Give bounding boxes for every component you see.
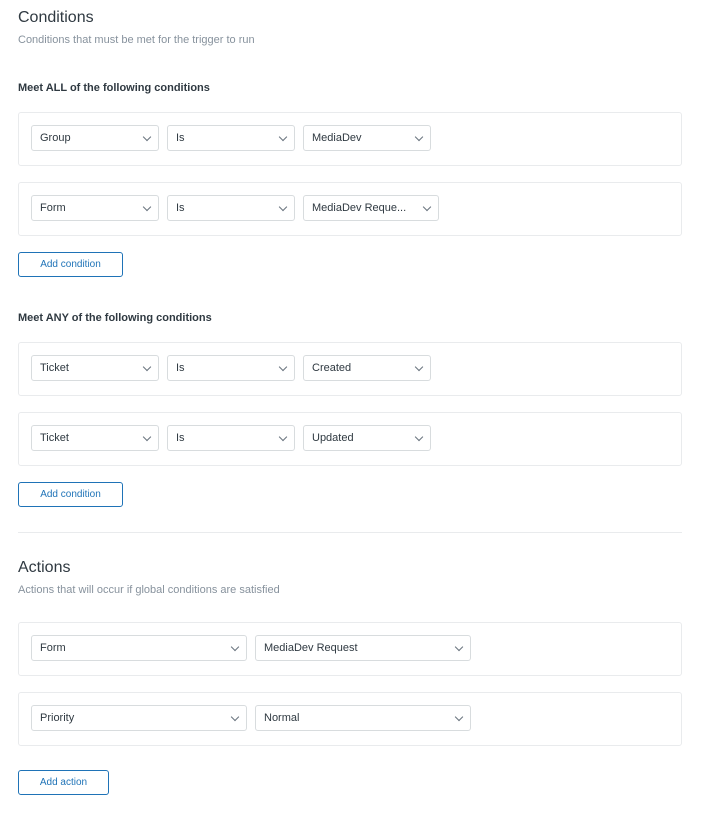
conditions-description: Conditions that must be met for the trig… — [18, 34, 255, 46]
select-value: Is — [176, 132, 185, 144]
select-value: MediaDev Request — [264, 642, 358, 654]
condition-value-select[interactable]: MediaDev — [303, 125, 431, 151]
chevron-down-icon — [278, 432, 288, 442]
chevron-down-icon — [142, 432, 152, 442]
condition-operator-select[interactable]: Is — [167, 125, 295, 151]
condition-operator-select[interactable]: Is — [167, 195, 295, 221]
chevron-down-icon — [230, 712, 240, 722]
any-conditions-label: Meet ANY of the following conditions — [18, 312, 212, 324]
condition-field-select[interactable]: Form — [31, 195, 159, 221]
actions-description: Actions that will occur if global condit… — [18, 584, 280, 596]
select-value: Ticket — [40, 362, 69, 374]
chevron-down-icon — [414, 432, 424, 442]
select-value: Is — [176, 432, 185, 444]
condition-value-select[interactable]: Updated — [303, 425, 431, 451]
condition-value-select[interactable]: MediaDev Reque... — [303, 195, 439, 221]
condition-field-select[interactable]: Group — [31, 125, 159, 151]
select-value: Group — [40, 132, 71, 144]
condition-row: Group Is MediaDev — [18, 112, 682, 166]
action-field-select[interactable]: Priority — [31, 705, 247, 731]
select-value: Updated — [312, 432, 354, 444]
all-conditions-label: Meet ALL of the following conditions — [18, 82, 210, 94]
chevron-down-icon — [278, 202, 288, 212]
action-value-select[interactable]: MediaDev Request — [255, 635, 471, 661]
select-value: Priority — [40, 712, 75, 724]
chevron-down-icon — [142, 362, 152, 372]
select-value: Form — [40, 202, 66, 214]
chevron-down-icon — [278, 132, 288, 142]
chevron-down-icon — [414, 362, 424, 372]
action-field-select[interactable]: Form — [31, 635, 247, 661]
action-row: Priority Normal — [18, 692, 682, 746]
select-value: Form — [40, 642, 66, 654]
condition-operator-select[interactable]: Is — [167, 425, 295, 451]
chevron-down-icon — [142, 132, 152, 142]
chevron-down-icon — [230, 642, 240, 652]
select-value: Ticket — [40, 432, 69, 444]
chevron-down-icon — [142, 202, 152, 212]
condition-row: Ticket Is Created — [18, 342, 682, 396]
condition-field-select[interactable]: Ticket — [31, 425, 159, 451]
condition-field-select[interactable]: Ticket — [31, 355, 159, 381]
condition-value-select[interactable]: Created — [303, 355, 431, 381]
select-value: Is — [176, 362, 185, 374]
chevron-down-icon — [414, 132, 424, 142]
condition-operator-select[interactable]: Is — [167, 355, 295, 381]
section-divider — [18, 532, 682, 533]
chevron-down-icon — [454, 642, 464, 652]
chevron-down-icon — [422, 202, 432, 212]
chevron-down-icon — [278, 362, 288, 372]
chevron-down-icon — [454, 712, 464, 722]
select-value: MediaDev Reque... — [312, 202, 407, 214]
action-row: Form MediaDev Request — [18, 622, 682, 676]
add-condition-button[interactable]: Add condition — [18, 482, 123, 507]
add-action-button[interactable]: Add action — [18, 770, 109, 795]
conditions-title: Conditions — [18, 9, 94, 26]
select-value: Is — [176, 202, 185, 214]
actions-title: Actions — [18, 559, 71, 576]
condition-row: Ticket Is Updated — [18, 412, 682, 466]
select-value: Created — [312, 362, 352, 374]
select-value: Normal — [264, 712, 300, 724]
condition-row: Form Is MediaDev Reque... — [18, 182, 682, 236]
select-value: MediaDev — [312, 132, 362, 144]
add-condition-button[interactable]: Add condition — [18, 252, 123, 277]
action-value-select[interactable]: Normal — [255, 705, 471, 731]
